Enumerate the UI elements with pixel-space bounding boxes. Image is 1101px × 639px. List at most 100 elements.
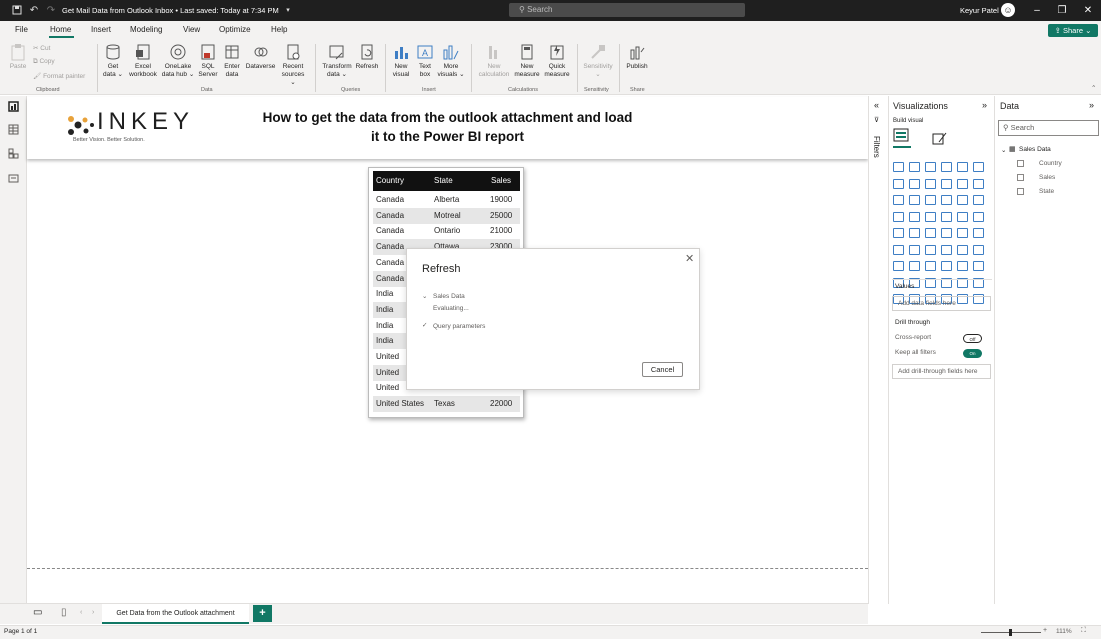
add-page-button[interactable]: + [253,605,272,622]
visual-type-icon[interactable] [909,178,920,189]
visual-type-icon[interactable] [973,178,984,189]
menu-optimize[interactable]: Optimize [219,25,251,34]
visual-type-icon[interactable] [925,228,936,238]
page-tab[interactable]: Get Data from the Outlook attachment [102,604,249,624]
zoom-slider-thumb[interactable] [1009,629,1012,636]
build-visual-tab[interactable] [893,128,911,148]
title-search-input[interactable]: ⚲ Search [509,3,745,17]
menu-modeling[interactable]: Modeling [130,25,162,34]
table-row[interactable]: United States Texas 22000 [373,396,520,413]
expand-filters-icon[interactable]: « [874,100,879,110]
close-icon[interactable]: ✕ [685,252,694,265]
more-visuals-button[interactable]: More visuals ⌄ [437,43,465,79]
model-view-icon[interactable] [8,148,19,159]
excel-workbook-button[interactable]: Excel workbook [127,43,159,79]
enter-data-button[interactable]: Enter data [221,43,243,79]
field-state[interactable]: State [1039,188,1054,195]
visual-type-icon[interactable] [941,228,952,238]
dax-query-view-icon[interactable] [8,172,19,183]
fit-to-page-icon[interactable]: ⛶ [1081,627,1086,635]
visual-type-icon[interactable] [893,178,904,189]
visual-type-icon[interactable] [893,162,904,172]
visual-type-icon[interactable] [957,261,968,271]
visual-type-icon[interactable] [941,244,952,255]
field-sales[interactable]: Sales [1039,174,1055,181]
filters-pane[interactable]: « ⊽ Filters [868,96,888,604]
avatar[interactable]: ☺ [1001,3,1015,17]
onelake-data-hub-button[interactable]: OneLake data hub ⌄ [161,43,195,79]
dataverse-button[interactable]: Dataverse [244,43,277,71]
visual-type-icon[interactable] [957,162,968,172]
visual-type-icon[interactable] [909,228,920,238]
new-visual-button[interactable]: New visual [389,43,413,79]
visual-type-icon[interactable] [973,195,984,205]
visual-type-icon[interactable] [973,228,984,238]
prev-page-icon[interactable]: ‹ [80,609,82,616]
close-icon[interactable]: ✕ [1081,4,1095,17]
keep-filters-toggle[interactable]: On [963,349,982,358]
visual-type-icon[interactable] [893,244,904,255]
table-row[interactable]: Canada Alberta 19000 [373,192,520,208]
visual-type-icon[interactable] [941,178,952,189]
visual-type-icon[interactable] [941,162,952,172]
visual-type-icon[interactable] [957,211,968,222]
collapse-ribbon-icon[interactable]: ⌃ [1091,84,1096,92]
transform-data-button[interactable]: Transform data ⌄ [320,43,354,79]
refresh-button[interactable]: Refresh [354,43,380,71]
get-data-button[interactable]: Get data ⌄ [101,43,125,79]
sql-server-button[interactable]: SQL Server [197,43,219,79]
field-checkbox[interactable] [1017,174,1024,181]
visual-type-icon[interactable] [925,261,936,271]
visual-type-icon[interactable] [925,211,936,222]
drill-through-well[interactable]: Add drill-through fields here [892,364,991,379]
format-painter-button[interactable]: 🖌 Format painter [33,72,85,80]
visual-type-icon[interactable] [893,228,904,238]
collapse-data-pane-icon[interactable]: » [1089,100,1094,110]
recent-sources-button[interactable]: Recent sources ⌄ [279,43,307,87]
visual-type-icon[interactable] [973,261,984,271]
mobile-view-icon[interactable]: ▯ [61,607,67,618]
desktop-view-icon[interactable]: ▭ [33,607,42,618]
column-header-country[interactable]: Country [376,173,404,189]
visual-type-icon[interactable] [893,211,904,222]
visual-type-icon[interactable] [909,195,920,205]
zoom-in-icon[interactable]: + [1043,627,1047,634]
table-row[interactable]: Canada Motreal 25000 [373,207,520,224]
minimize-icon[interactable]: – [1030,4,1044,17]
visual-type-icon[interactable] [973,162,984,172]
publish-button[interactable]: Publish [623,43,651,71]
undo-icon[interactable]: ↶ [28,4,40,16]
visual-type-icon[interactable] [957,228,968,238]
field-country[interactable]: Country [1039,160,1062,167]
menu-view[interactable]: View [183,25,200,34]
expand-table-icon[interactable]: ⌄ [1001,146,1006,154]
table-row[interactable]: Canada Ontario 21000 [373,223,520,239]
visual-type-icon[interactable] [973,244,984,255]
visual-type-icon[interactable] [893,195,904,205]
cross-report-toggle[interactable]: Off [963,334,982,343]
visual-type-icon[interactable] [957,244,968,255]
table-view-icon[interactable] [8,124,19,135]
values-well[interactable]: Add data fields here [892,296,991,311]
chevron-down-icon[interactable]: ▾ [282,4,294,16]
data-search-input[interactable]: ⚲ Search [998,120,1099,136]
text-box-button[interactable]: A Text box [414,43,436,79]
field-checkbox[interactable] [1017,188,1024,195]
menu-file[interactable]: File [15,25,28,34]
new-calculation-button[interactable]: New calculation [476,43,512,79]
field-checkbox[interactable] [1017,160,1024,167]
menu-help[interactable]: Help [271,25,287,34]
column-header-sales[interactable]: Sales [491,173,511,189]
visual-type-icon[interactable] [909,244,920,255]
copy-button[interactable]: ⧉ Copy [33,58,55,66]
visual-type-icon[interactable] [973,211,984,222]
visual-type-icon[interactable] [909,162,920,172]
new-measure-button[interactable]: New measure [512,43,542,79]
visual-type-icon[interactable] [957,195,968,205]
paste-button[interactable]: Paste [6,43,30,71]
visual-type-icon[interactable] [893,261,904,271]
share-button[interactable]: ⇪ Share ⌄ [1048,24,1098,37]
redo-icon[interactable]: ↷ [45,4,57,16]
collapse-pane-icon[interactable]: » [982,100,987,110]
visual-type-icon[interactable] [941,195,952,205]
